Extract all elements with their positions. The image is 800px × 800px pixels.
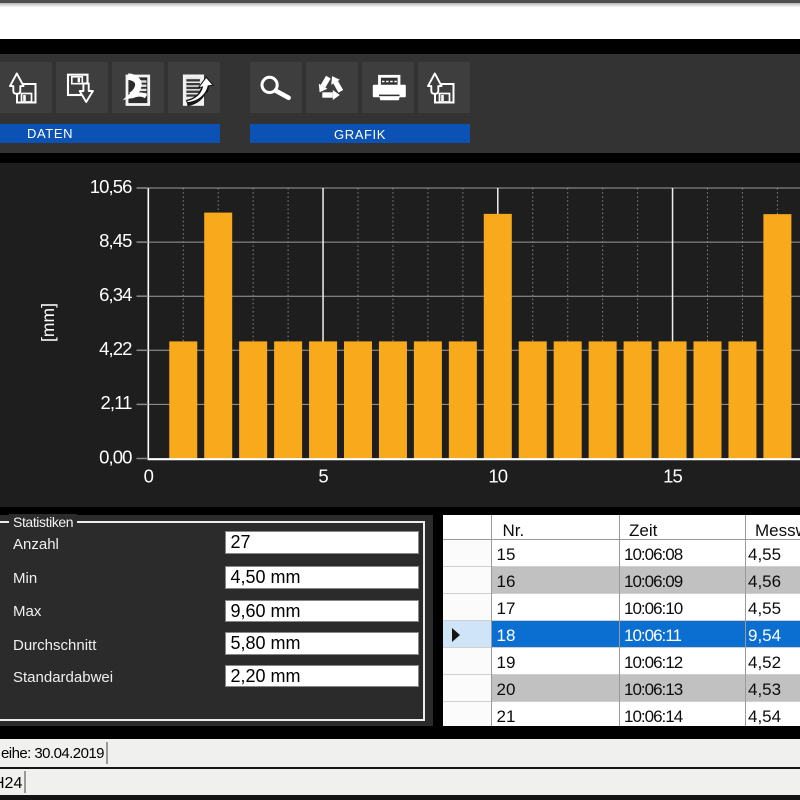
svg-text:10,56: 10,56 bbox=[90, 175, 132, 196]
svg-text:5: 5 bbox=[318, 465, 328, 486]
svg-text:2,11: 2,11 bbox=[100, 392, 132, 413]
svg-text:4,22: 4,22 bbox=[99, 338, 132, 359]
svg-text:0: 0 bbox=[144, 465, 154, 486]
svg-text:0,00: 0,00 bbox=[99, 446, 132, 467]
svg-text:6,34: 6,34 bbox=[99, 284, 132, 305]
svg-text:15: 15 bbox=[663, 465, 682, 486]
svg-text:8,45: 8,45 bbox=[99, 229, 132, 250]
svg-text:10: 10 bbox=[488, 465, 507, 486]
svg-text:[mm]: [mm] bbox=[38, 303, 58, 342]
